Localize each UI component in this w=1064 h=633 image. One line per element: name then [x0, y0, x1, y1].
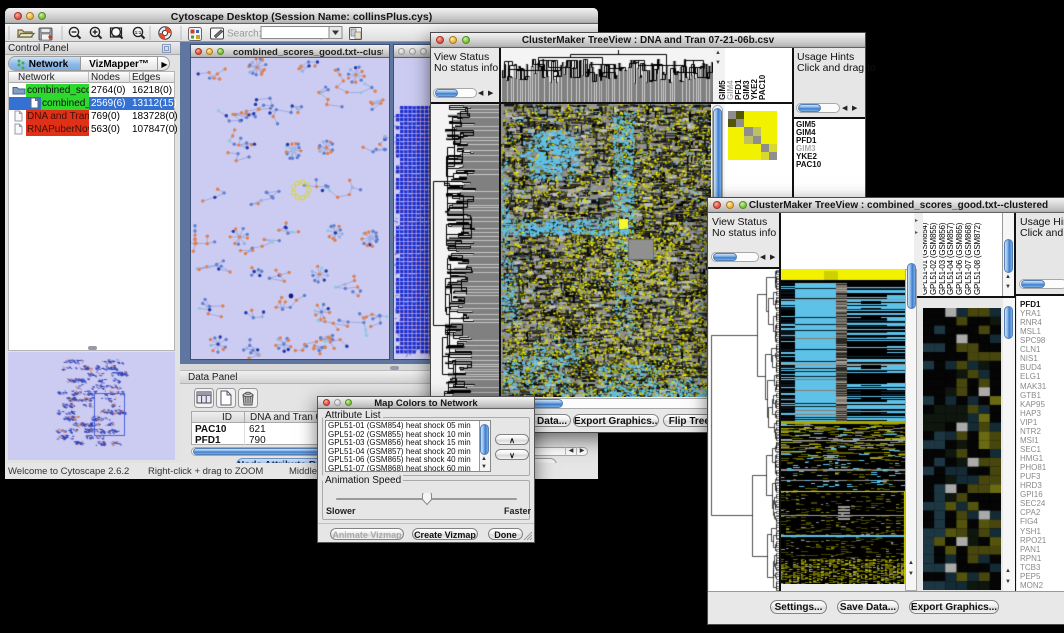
svg-text:Search:: Search:: [227, 29, 261, 40]
svg-text:1:1: 1:1: [135, 30, 142, 35]
